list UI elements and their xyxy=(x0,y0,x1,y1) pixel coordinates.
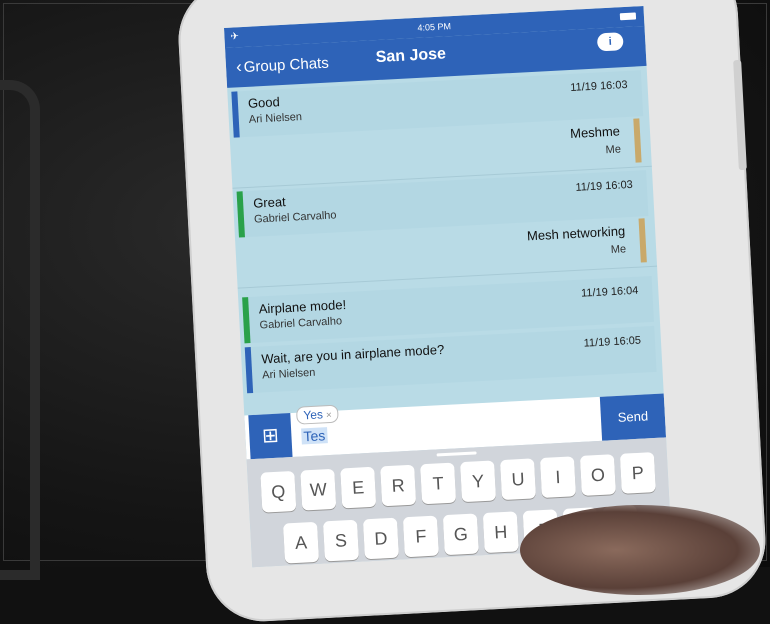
my-message-bubble: Mesh networking Me xyxy=(444,218,647,273)
key-h[interactable]: H xyxy=(482,511,519,554)
my-message-sender: Me xyxy=(610,243,627,257)
page-title: San Jose xyxy=(375,45,447,67)
keyboard-row-1: QWERTYUIOP xyxy=(247,451,669,513)
key-s[interactable]: S xyxy=(322,519,360,562)
message-timestamp: 11/19 16:03 xyxy=(575,178,634,194)
back-label: Group Chats xyxy=(243,54,330,77)
key-w[interactable]: W xyxy=(300,468,337,511)
key-q[interactable]: Q xyxy=(260,470,297,513)
key-i[interactable]: I xyxy=(539,456,576,498)
message-timestamp: 11/19 16:04 xyxy=(580,284,639,300)
message-input[interactable]: Tes xyxy=(301,427,328,445)
key-t[interactable]: T xyxy=(420,462,457,505)
message-timestamp: 11/19 16:05 xyxy=(583,334,642,350)
key-o[interactable]: O xyxy=(579,454,616,496)
calendar-add-icon[interactable]: ⊞ xyxy=(248,413,293,460)
phone-screen: ✈ 4:05 PM ‹Group Chats San Jose i Good A… xyxy=(224,6,672,568)
key-y[interactable]: Y xyxy=(460,460,497,503)
key-f[interactable]: F xyxy=(402,515,439,558)
chat-info-icon[interactable]: i xyxy=(596,32,624,52)
key-d[interactable]: D xyxy=(362,517,399,560)
key-r[interactable]: R xyxy=(380,464,417,507)
key-e[interactable]: E xyxy=(340,466,377,509)
battery-icon xyxy=(619,12,637,21)
send-button[interactable]: Send xyxy=(599,393,667,441)
autocorrect-suggestion[interactable]: Yes × xyxy=(295,404,340,425)
close-icon[interactable]: × xyxy=(326,410,332,421)
key-a[interactable]: A xyxy=(283,521,320,564)
my-message-sender: Me xyxy=(605,143,622,157)
chevron-left-icon: ‹ xyxy=(235,57,243,77)
key-g[interactable]: G xyxy=(442,513,479,556)
my-message-bubble: Meshme Me xyxy=(439,118,642,173)
keyboard-grip xyxy=(436,451,477,457)
other-phone-edge xyxy=(0,80,40,580)
key-u[interactable]: U xyxy=(499,458,537,501)
user-thumb xyxy=(520,505,760,595)
message-timestamp: 11/19 16:03 xyxy=(570,78,628,94)
message-list[interactable]: Good Ari Nielsen 11/19 16:03 Meshme Me G… xyxy=(227,70,663,412)
back-button[interactable]: ‹Group Chats xyxy=(236,53,330,78)
key-p[interactable]: P xyxy=(619,452,656,494)
suggestion-text: Yes xyxy=(303,407,324,423)
